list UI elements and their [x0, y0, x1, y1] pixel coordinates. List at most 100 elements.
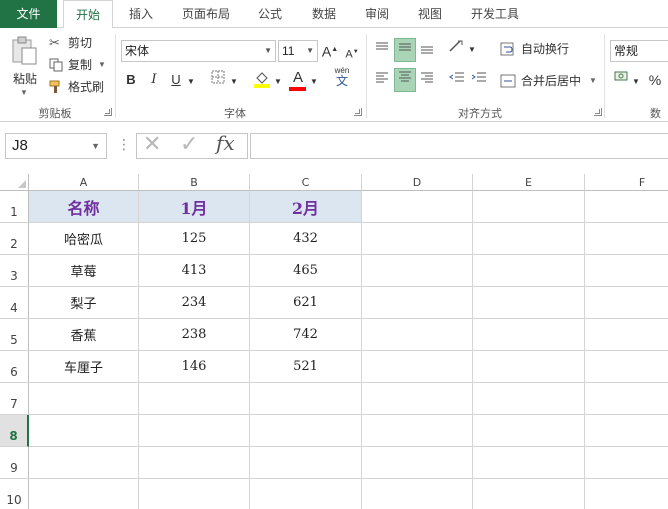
tab-insert[interactable]: 插入 — [117, 0, 165, 28]
cell-b6[interactable]: 146 — [139, 351, 250, 383]
cell-e8[interactable] — [473, 415, 585, 447]
cell-e1[interactable] — [473, 191, 585, 223]
cell-b9[interactable] — [139, 447, 250, 479]
cancel-icon[interactable]: ✕ — [143, 131, 161, 157]
fill-color-dropdown-icon[interactable]: ▼ — [272, 72, 284, 92]
cell-a1[interactable]: 名称 — [29, 191, 139, 223]
cell-a7[interactable] — [29, 383, 139, 415]
tab-page-layout[interactable]: 页面布局 — [171, 0, 241, 28]
alignment-launcher-icon[interactable] — [594, 108, 602, 116]
increase-indent-button[interactable] — [469, 70, 489, 90]
cell-c10[interactable] — [250, 479, 362, 509]
cell-b2[interactable]: 125 — [139, 223, 250, 255]
column-header-c[interactable]: C — [250, 174, 362, 191]
cell-f7[interactable] — [585, 383, 668, 415]
tab-view[interactable]: 视图 — [408, 0, 452, 28]
cell-c9[interactable] — [250, 447, 362, 479]
font-color-dropdown-icon[interactable]: ▼ — [308, 72, 320, 92]
copy-dropdown-icon[interactable]: ▼ — [98, 60, 106, 69]
cell-b8[interactable] — [139, 415, 250, 447]
row-header-2[interactable]: 2 — [0, 223, 29, 255]
font-color-button[interactable]: A — [288, 68, 308, 91]
cell-f3[interactable] — [585, 255, 668, 287]
cell-d4[interactable] — [362, 287, 473, 319]
paste-button-label[interactable]: 粘贴 — [10, 70, 40, 87]
cell-e6[interactable] — [473, 351, 585, 383]
clipboard-launcher-icon[interactable] — [104, 108, 112, 116]
cell-b5[interactable]: 238 — [139, 319, 250, 351]
cell-d2[interactable] — [362, 223, 473, 255]
row-header-6[interactable]: 6 — [0, 351, 29, 383]
top-align-button[interactable] — [372, 40, 392, 60]
cell-f4[interactable] — [585, 287, 668, 319]
cell-d5[interactable] — [362, 319, 473, 351]
insert-function-icon[interactable]: fx — [216, 131, 235, 155]
cell-d3[interactable] — [362, 255, 473, 287]
merge-dropdown-icon[interactable]: ▼ — [589, 76, 597, 85]
column-header-d[interactable]: D — [362, 174, 473, 191]
fill-color-button[interactable] — [252, 70, 272, 90]
cell-e10[interactable] — [473, 479, 585, 509]
column-header-f[interactable]: F — [585, 174, 668, 191]
cell-e3[interactable] — [473, 255, 585, 287]
tab-developer[interactable]: 开发工具 — [462, 0, 528, 28]
cell-c5[interactable]: 742 — [250, 319, 362, 351]
cell-c8[interactable] — [250, 415, 362, 447]
cell-d1[interactable] — [362, 191, 473, 223]
accounting-dropdown-icon[interactable]: ▼ — [630, 72, 642, 92]
row-header-5[interactable]: 5 — [0, 319, 29, 351]
more-options-icon[interactable]: ⋮ — [117, 136, 131, 153]
font-size-select[interactable]: 11 ▼ — [278, 40, 318, 62]
cell-b7[interactable] — [139, 383, 250, 415]
cell-c2[interactable]: 432 — [250, 223, 362, 255]
cell-a10[interactable] — [29, 479, 139, 509]
cell-a2[interactable]: 哈密瓜 — [29, 223, 139, 255]
cell-f1[interactable] — [585, 191, 668, 223]
cell-e7[interactable] — [473, 383, 585, 415]
row-header-7[interactable]: 7 — [0, 383, 29, 415]
cell-d7[interactable] — [362, 383, 473, 415]
percent-button[interactable]: % — [645, 70, 665, 90]
cell-a4[interactable]: 梨子 — [29, 287, 139, 319]
tab-formulas[interactable]: 公式 — [248, 0, 292, 28]
row-header-1[interactable]: 1 — [0, 191, 29, 223]
cell-f8[interactable] — [585, 415, 668, 447]
borders-button[interactable] — [208, 70, 228, 90]
orientation-dropdown-icon[interactable]: ▼ — [466, 40, 478, 60]
shrink-font-button[interactable]: A▼ — [342, 42, 362, 62]
cell-d9[interactable] — [362, 447, 473, 479]
phonetic-button[interactable]: wén 文 — [330, 66, 354, 87]
cell-a5[interactable]: 香蕉 — [29, 319, 139, 351]
underline-dropdown-icon[interactable]: ▼ — [185, 72, 197, 92]
cell-c6[interactable]: 521 — [250, 351, 362, 383]
tab-data[interactable]: 数据 — [302, 0, 346, 28]
cell-e2[interactable] — [473, 223, 585, 255]
cell-f5[interactable] — [585, 319, 668, 351]
column-header-e[interactable]: E — [473, 174, 585, 191]
cell-b3[interactable]: 413 — [139, 255, 250, 287]
left-align-button[interactable] — [372, 70, 392, 90]
formula-input[interactable] — [250, 133, 668, 159]
row-header-4[interactable]: 4 — [0, 287, 29, 319]
grow-font-button[interactable]: A▲ — [320, 40, 340, 60]
wrap-text-button[interactable]: 自动换行 — [500, 40, 569, 57]
row-header-9[interactable]: 9 — [0, 447, 29, 479]
cell-c3[interactable]: 465 — [250, 255, 362, 287]
cell-a3[interactable]: 草莓 — [29, 255, 139, 287]
row-header-10[interactable]: 10 — [0, 479, 29, 509]
tab-review[interactable]: 审阅 — [355, 0, 399, 28]
bottom-align-button[interactable] — [417, 40, 437, 60]
tab-file[interactable]: 文件 — [0, 0, 57, 28]
tab-home[interactable]: 开始 — [63, 0, 113, 29]
column-header-a[interactable]: A — [29, 174, 139, 191]
number-format-select[interactable]: 常规 — [610, 40, 668, 62]
select-all-corner[interactable] — [0, 174, 29, 191]
cell-c7[interactable] — [250, 383, 362, 415]
cell-e4[interactable] — [473, 287, 585, 319]
decrease-indent-button[interactable] — [447, 70, 467, 90]
cell-f6[interactable] — [585, 351, 668, 383]
cell-f9[interactable] — [585, 447, 668, 479]
check-icon[interactable]: ✓ — [180, 131, 198, 157]
italic-button[interactable]: I — [144, 70, 164, 90]
paste-dropdown-icon[interactable]: ▼ — [20, 88, 28, 97]
